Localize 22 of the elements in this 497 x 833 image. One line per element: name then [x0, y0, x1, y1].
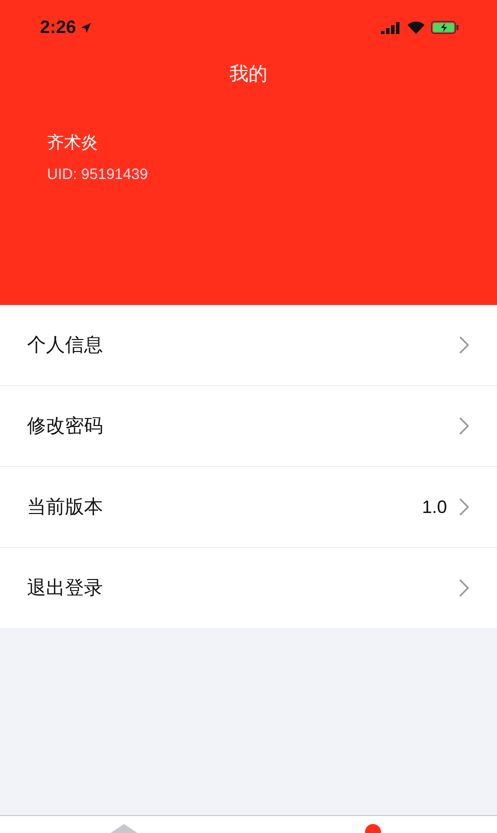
menu-label: 修改密码 — [27, 414, 104, 439]
menu-row[interactable]: 修改密码 — [0, 386, 497, 467]
menu-row[interactable]: 当前版本 1.0 — [0, 467, 497, 548]
page-title: 我的 — [228, 62, 268, 87]
chevron-icon — [459, 579, 469, 597]
chevron-icon — [459, 498, 469, 516]
version-value: 1.0 — [422, 496, 447, 518]
chevron-icon — [459, 417, 469, 435]
person-icon[interactable] — [364, 824, 381, 833]
menu-row[interactable]: 个人信息 — [0, 305, 497, 386]
signal-icon — [381, 22, 401, 34]
user-name: 齐术炎 — [47, 132, 98, 154]
menu-label: 个人信息 — [27, 333, 104, 358]
user-id: UID: 95191439 — [47, 166, 148, 183]
location-arrow-icon — [80, 22, 92, 34]
chevron-icon — [459, 336, 469, 354]
menu-label: 退出登录 — [27, 576, 104, 601]
menu-row[interactable]: 退出登录 — [0, 548, 497, 628]
battery-icon — [431, 21, 459, 34]
wifi-icon — [407, 21, 425, 34]
clock-time: 2:26 — [40, 17, 76, 38]
menu-label: 当前版本 — [27, 495, 104, 520]
